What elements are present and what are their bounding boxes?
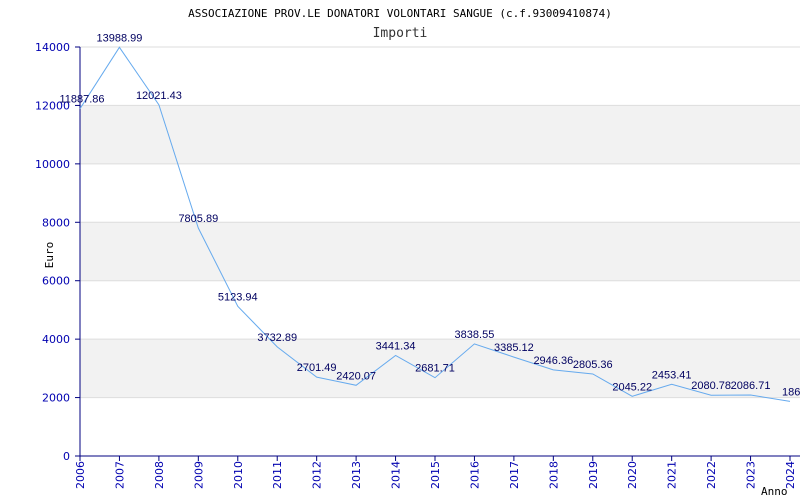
- y-tick-label-8000: 8000: [42, 216, 70, 229]
- data-label-2013: 2420.07: [336, 370, 376, 382]
- y-tick-label-14000: 14000: [35, 41, 70, 54]
- data-label-2010: 5123.94: [218, 291, 258, 303]
- data-label-2014: 3441.34: [376, 340, 416, 352]
- x-tick-label-2007: 2007: [113, 461, 126, 489]
- data-label-2012: 2701.49: [297, 362, 337, 374]
- x-tick-label-2019: 2019: [587, 461, 600, 489]
- x-tick-label-2012: 2012: [311, 461, 324, 489]
- x-tick-label-2013: 2013: [350, 461, 363, 489]
- data-label-2009: 7805.89: [178, 213, 218, 225]
- data-label-2015: 2681.71: [415, 363, 455, 375]
- y-tick-label-4000: 4000: [42, 333, 70, 346]
- x-tick-label-2020: 2020: [626, 461, 639, 489]
- x-tick-label-2014: 2014: [390, 461, 403, 489]
- x-tick-label-2006: 2006: [74, 461, 87, 489]
- data-label-2016: 3838.55: [455, 329, 495, 341]
- data-label-2006: 11887.86: [59, 94, 104, 106]
- x-tick-label-2011: 2011: [271, 461, 284, 489]
- chart-subtitle: Importi: [373, 26, 428, 41]
- data-label-2011: 3732.89: [257, 332, 297, 344]
- x-tick-label-2017: 2017: [508, 461, 521, 489]
- data-label-2019: 2805.36: [573, 359, 613, 371]
- data-label-2023: 2086.71: [731, 380, 771, 392]
- data-label-2018: 2946.36: [533, 355, 573, 367]
- x-tick-label-2023: 2023: [745, 461, 758, 489]
- chart-root: 0 2000 4000 6000 8000 10000 12000 14000 2006 200…: [0, 0, 800, 500]
- x-tick-label-2022: 2022: [705, 461, 718, 489]
- y-tick-label-10000: 10000: [35, 158, 70, 171]
- data-label-2021: 2453.41: [652, 369, 692, 381]
- x-tick-label-2021: 2021: [666, 461, 679, 489]
- line-chart: 02000400060008000100001200014000 2006 200…: [35, 7, 800, 498]
- chart-title: ASSOCIAZIONE PROV.LE DONATORI VOLONTARI …: [188, 7, 612, 20]
- x-tick-label-2008: 2008: [153, 461, 166, 489]
- data-label-2007: 13988.99: [96, 32, 142, 44]
- x-tick-label-2009: 2009: [192, 461, 205, 489]
- x-tick-label-2016: 2016: [468, 461, 481, 489]
- y-tick-label-6000: 6000: [42, 275, 70, 288]
- data-label-2024: 1869.6: [782, 386, 800, 398]
- band-6000: [80, 222, 800, 281]
- y-axis-label: Euro: [43, 242, 56, 269]
- band-10000: [80, 105, 800, 164]
- data-label-2017: 3385.12: [494, 342, 534, 354]
- x-tick-label-2015: 2015: [429, 461, 442, 489]
- x-ticks: 2006 2007 2008 2009 2010 2011 2012 2013 2014 2015…: [74, 456, 797, 489]
- y-tick-label-0: 0: [63, 450, 70, 463]
- x-tick-label-2010: 2010: [232, 461, 245, 489]
- data-label-2020: 2045.22: [612, 381, 652, 393]
- data-label-2022: 2080.78: [691, 380, 731, 392]
- x-tick-label-2018: 2018: [547, 461, 560, 489]
- data-label-2008: 12021.43: [136, 90, 182, 102]
- background-bands: [80, 105, 800, 398]
- y-tick-label-2000: 2000: [42, 392, 70, 405]
- x-axis-label: Anno: [761, 485, 788, 498]
